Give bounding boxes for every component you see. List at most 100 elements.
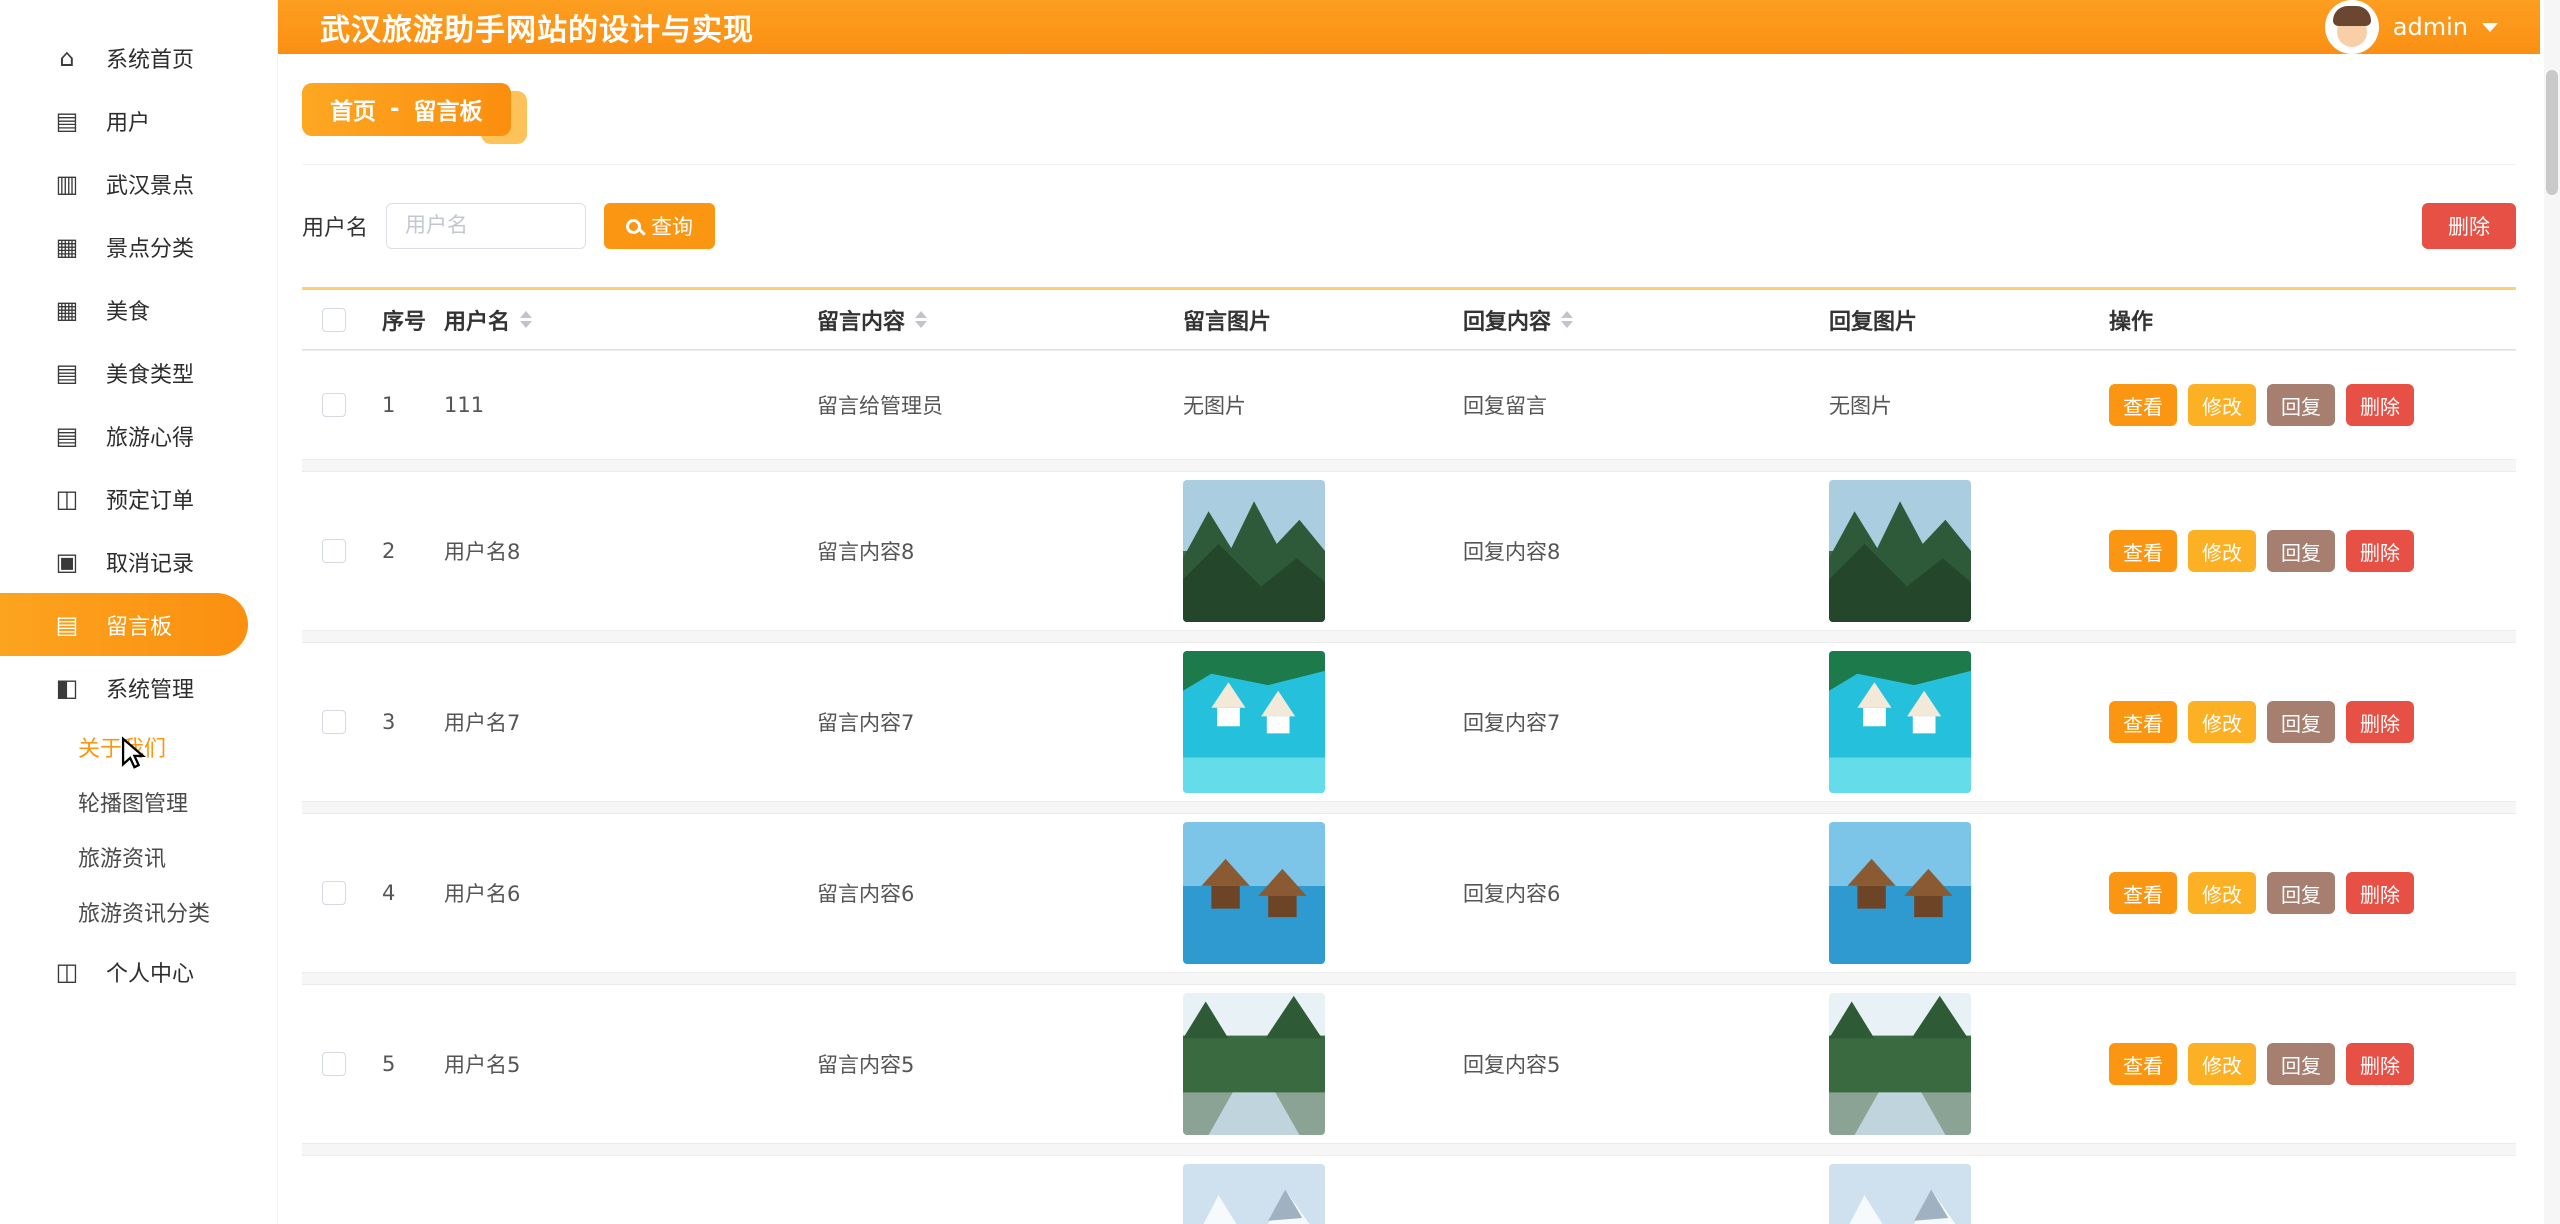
- delete-row-button[interactable]: 删除: [2346, 1043, 2414, 1085]
- sidebar-item-food[interactable]: ▦ 美食: [0, 278, 277, 341]
- sidebar-item-label: 预定订单: [106, 483, 194, 515]
- sort-icon[interactable]: [915, 311, 927, 328]
- view-button[interactable]: 查看: [2109, 701, 2177, 743]
- content-area: 首页 - 留言板 用户名 查询 删除: [278, 54, 2540, 1224]
- cell-content-image: 无图片: [1168, 390, 1448, 420]
- cell-no: 1: [367, 393, 429, 417]
- row-checkbox[interactable]: [322, 710, 346, 734]
- breadcrumb-separator: -: [390, 96, 400, 122]
- query-button[interactable]: 查询: [604, 203, 715, 249]
- toolbar: 用户名 查询 删除: [302, 165, 2516, 287]
- cell-no: 4: [367, 881, 429, 905]
- reply-button[interactable]: 回复: [2267, 1043, 2335, 1085]
- breadcrumb-home[interactable]: 首页: [330, 92, 376, 126]
- page-title: 武汉旅游助手网站的设计与实现: [320, 5, 754, 49]
- reply-button[interactable]: 回复: [2267, 701, 2335, 743]
- reply-image[interactable]: [1829, 480, 1971, 622]
- table-header: 序号 用户名 留言内容 留言图片 回复内容 回复图片 操作: [302, 290, 2516, 350]
- top-header: 武汉旅游助手网站的设计与实现 admin: [278, 0, 2540, 54]
- sort-icon[interactable]: [520, 311, 532, 328]
- breadcrumb-row: 首页 - 留言板: [302, 54, 2516, 165]
- breadcrumb-current: 留言板: [414, 92, 483, 126]
- edit-button[interactable]: 修改: [2188, 530, 2256, 572]
- cell-no: 2: [367, 539, 429, 563]
- sidebar-item-label: 美食: [106, 294, 150, 326]
- cell-username: 111: [429, 393, 802, 417]
- sidebar-subitem-label: 旅游资讯分类: [78, 896, 210, 928]
- header-reply-image: 回复图片: [1814, 304, 2094, 336]
- delete-row-button[interactable]: 删除: [2346, 384, 2414, 426]
- cell-content: 留言内容7: [802, 707, 1168, 737]
- reply-image[interactable]: [1829, 1164, 1971, 1224]
- sidebar-item-attractions[interactable]: ▥ 武汉景点: [0, 152, 277, 215]
- sidebar-item-travel-notes[interactable]: ▤ 旅游心得: [0, 404, 277, 467]
- table-row: [302, 1155, 2516, 1224]
- row-checkbox[interactable]: [322, 881, 346, 905]
- cell-reply: 回复内容6: [1448, 878, 1814, 908]
- view-button[interactable]: 查看: [2109, 1043, 2177, 1085]
- avatar: [2325, 0, 2379, 54]
- message-image[interactable]: [1183, 993, 1325, 1135]
- sidebar-item-system-management[interactable]: ◧ 系统管理: [0, 656, 277, 719]
- sidebar-item-label: 取消记录: [106, 546, 194, 578]
- sidebar-item-users[interactable]: ▤ 用户: [0, 89, 277, 152]
- view-button[interactable]: 查看: [2109, 530, 2177, 572]
- list-icon: ▤: [52, 422, 82, 450]
- sidebar-subitem-label: 轮播图管理: [78, 786, 188, 818]
- delete-row-button[interactable]: 删除: [2346, 872, 2414, 914]
- reply-image[interactable]: [1829, 651, 1971, 793]
- sidebar-item-carousel-management[interactable]: 轮播图管理: [0, 774, 277, 829]
- select-all-checkbox[interactable]: [322, 308, 346, 332]
- sidebar-item-personal-center[interactable]: ◫ 个人中心: [0, 939, 277, 1005]
- username: admin: [2393, 13, 2468, 41]
- header-content[interactable]: 留言内容: [802, 304, 1168, 336]
- edit-button[interactable]: 修改: [2188, 701, 2256, 743]
- message-image[interactable]: [1183, 822, 1325, 964]
- search-input[interactable]: [386, 203, 586, 249]
- reply-button[interactable]: 回复: [2267, 530, 2335, 572]
- sidebar-item-food-type[interactable]: ▤ 美食类型: [0, 341, 277, 404]
- search-icon: [626, 219, 641, 234]
- view-button[interactable]: 查看: [2109, 384, 2177, 426]
- row-checkbox[interactable]: [322, 393, 346, 417]
- edit-button[interactable]: 修改: [2188, 1043, 2256, 1085]
- header-reply[interactable]: 回复内容: [1448, 304, 1814, 336]
- sidebar-item-about-us[interactable]: 关于我们: [0, 719, 277, 774]
- message-image[interactable]: [1183, 1164, 1325, 1224]
- list-icon: ▤: [52, 107, 82, 135]
- delete-row-button[interactable]: 删除: [2346, 530, 2414, 572]
- reply-image[interactable]: [1829, 822, 1971, 964]
- sidebar-item-travel-news[interactable]: 旅游资讯: [0, 829, 277, 884]
- reply-button[interactable]: 回复: [2267, 872, 2335, 914]
- reply-image[interactable]: [1829, 993, 1971, 1135]
- row-checkbox[interactable]: [322, 1052, 346, 1076]
- sidebar-item-attraction-category[interactable]: ▦ 景点分类: [0, 215, 277, 278]
- home-icon: ⌂: [52, 44, 82, 72]
- sidebar-subitem-label: 关于我们: [78, 731, 166, 763]
- delete-row-button[interactable]: 删除: [2346, 701, 2414, 743]
- cell-username: 用户名8: [429, 536, 802, 566]
- sidebar-item-cancel-records[interactable]: ▣ 取消记录: [0, 530, 277, 593]
- sort-icon[interactable]: [1561, 311, 1573, 328]
- sidebar-subitem-label: 旅游资讯: [78, 841, 166, 873]
- app: ⌂ 系统首页 ▤ 用户 ▥ 武汉景点 ▦ 景点分类 ▦ 美食 ▤ 美食类型 ▤ …: [0, 0, 2560, 1224]
- sidebar-item-travel-news-category[interactable]: 旅游资讯分类: [0, 884, 277, 939]
- row-checkbox[interactable]: [322, 539, 346, 563]
- sidebar-item-home[interactable]: ⌂ 系统首页: [0, 26, 277, 89]
- message-image[interactable]: [1183, 480, 1325, 622]
- delete-button[interactable]: 删除: [2422, 203, 2516, 249]
- scrollbar-track[interactable]: [2544, 0, 2560, 1224]
- reply-button[interactable]: 回复: [2267, 384, 2335, 426]
- message-image[interactable]: [1183, 651, 1325, 793]
- user-menu[interactable]: admin: [2325, 0, 2498, 54]
- cell-actions: 查看 修改 回复 删除: [2094, 872, 2516, 914]
- edit-button[interactable]: 修改: [2188, 384, 2256, 426]
- cell-actions: 查看 修改 回复 删除: [2094, 384, 2516, 426]
- edit-button[interactable]: 修改: [2188, 872, 2256, 914]
- sidebar-item-message-board[interactable]: ▤ 留言板: [0, 593, 248, 656]
- scrollbar-thumb[interactable]: [2546, 70, 2558, 195]
- sidebar-item-orders[interactable]: ◫ 预定订单: [0, 467, 277, 530]
- cell-no: 5: [367, 1052, 429, 1076]
- view-button[interactable]: 查看: [2109, 872, 2177, 914]
- header-username[interactable]: 用户名: [429, 304, 802, 336]
